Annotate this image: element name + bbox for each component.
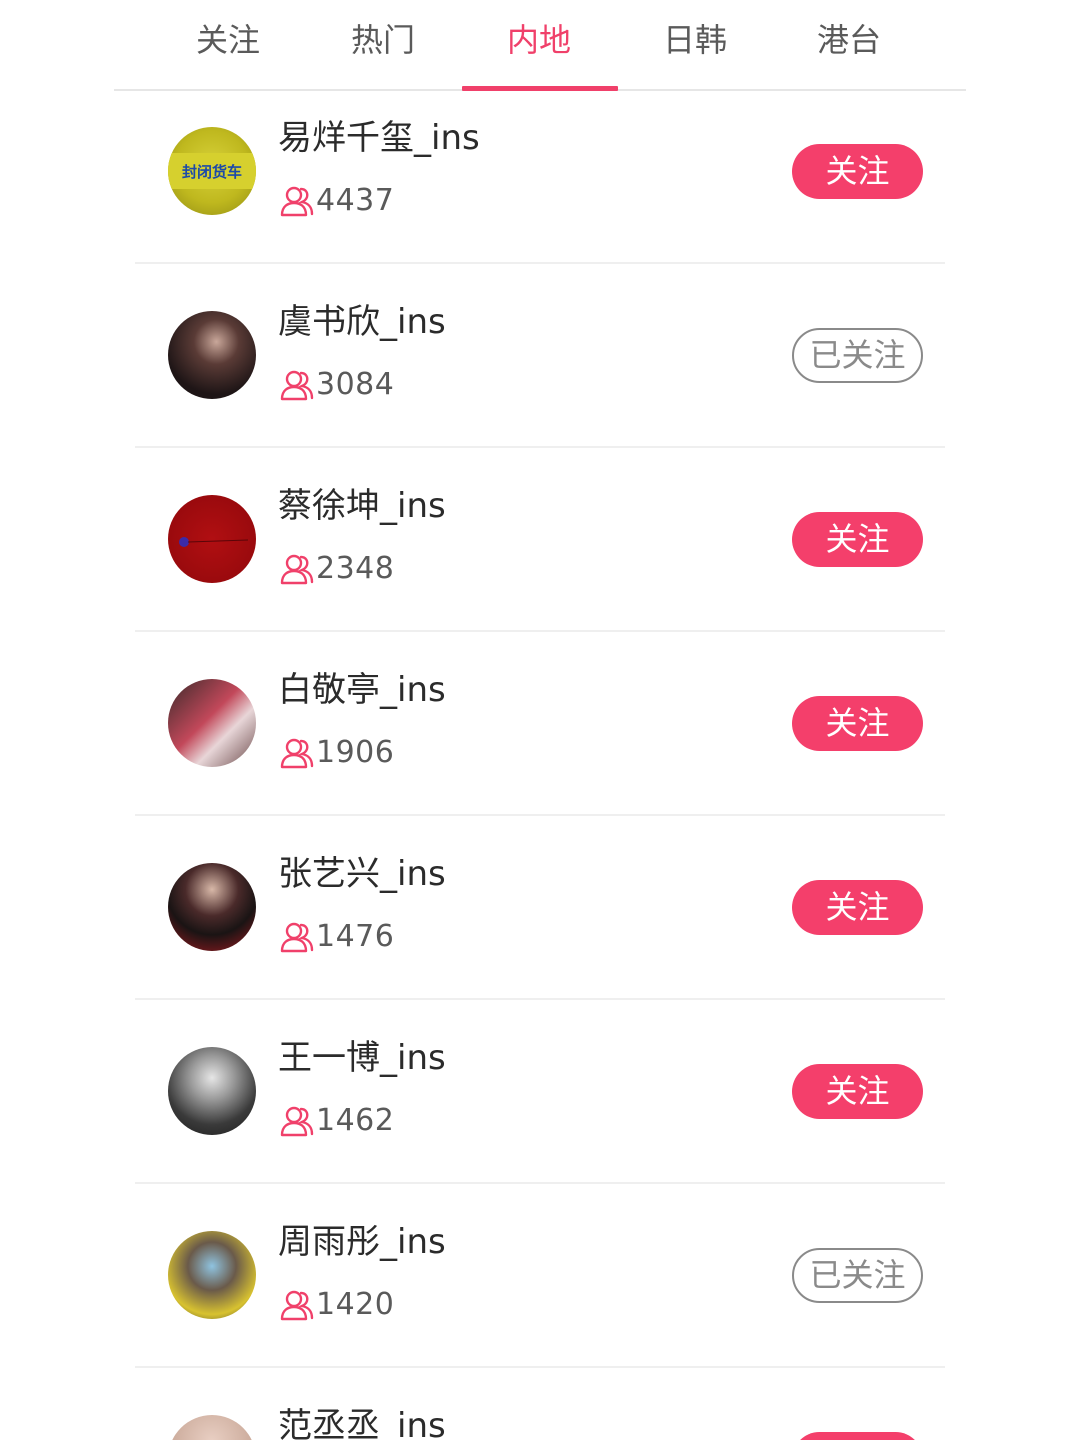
avatar[interactable] bbox=[168, 1415, 256, 1440]
follow-button[interactable]: 关注 bbox=[792, 880, 923, 935]
user-group-icon bbox=[280, 922, 314, 953]
list-item[interactable]: 张艺兴_ins 1476 关注 bbox=[0, 827, 1080, 1011]
follow-button[interactable]: 关注 bbox=[792, 512, 923, 567]
account-name[interactable]: 范丞丞_ins bbox=[278, 1404, 446, 1440]
tab-mainland[interactable]: 内地 bbox=[461, 18, 617, 62]
category-tab-bar: 关注 热门 内地 日韩 港台 bbox=[114, 0, 966, 91]
avatar[interactable] bbox=[168, 495, 256, 583]
follow-button[interactable]: 关注 bbox=[792, 1064, 923, 1119]
row-divider bbox=[135, 1366, 945, 1368]
avatar[interactable]: 封闭货车 bbox=[168, 127, 256, 215]
fans-count: 4437 bbox=[316, 183, 395, 218]
user-group-icon bbox=[280, 370, 314, 401]
account-name[interactable]: 易烊千玺_ins bbox=[278, 116, 480, 160]
row-divider bbox=[135, 998, 945, 1000]
list-item[interactable]: 周雨彤_ins 1420 已关注 bbox=[0, 1195, 1080, 1379]
fans-count: 2348 bbox=[316, 551, 395, 586]
follow-button[interactable]: 关注 bbox=[792, 144, 923, 199]
avatar[interactable] bbox=[168, 863, 256, 951]
row-divider bbox=[135, 1182, 945, 1184]
row-divider bbox=[135, 630, 945, 632]
avatar[interactable] bbox=[168, 1047, 256, 1135]
fans-count-group: 1462 bbox=[280, 1101, 394, 1141]
follow-button[interactable]: 关注 bbox=[792, 1432, 923, 1440]
user-group-icon bbox=[280, 1290, 314, 1321]
tab-japan-korea[interactable]: 日韩 bbox=[617, 18, 773, 62]
account-name[interactable]: 张艺兴_ins bbox=[278, 852, 446, 896]
list-item[interactable]: 虞书欣_ins 3084 已关注 bbox=[0, 275, 1080, 459]
tab-hk-taiwan[interactable]: 港台 bbox=[771, 18, 927, 62]
user-group-icon bbox=[280, 554, 314, 585]
fans-count-group: 1420 bbox=[280, 1285, 394, 1325]
fans-count: 1462 bbox=[316, 1103, 395, 1138]
list-item[interactable]: 封闭货车 易烊千玺_ins 4437 关注 bbox=[0, 91, 1080, 275]
tab-guanzhu[interactable]: 关注 bbox=[150, 18, 306, 62]
fans-count: 1906 bbox=[316, 735, 395, 770]
list-item[interactable]: 范丞丞_ins 关注 bbox=[0, 1379, 1080, 1440]
fans-count: 1476 bbox=[316, 919, 395, 954]
avatar[interactable] bbox=[168, 679, 256, 767]
follow-button[interactable]: 关注 bbox=[792, 696, 923, 751]
account-name[interactable]: 虞书欣_ins bbox=[278, 300, 446, 344]
user-group-icon bbox=[280, 738, 314, 769]
fans-count-group: 2348 bbox=[280, 549, 394, 589]
user-group-icon bbox=[280, 186, 314, 217]
fans-count-group: 1476 bbox=[280, 917, 394, 957]
list-item[interactable]: 蔡徐坤_ins 2348 关注 bbox=[0, 459, 1080, 643]
fans-count: 1420 bbox=[316, 1287, 395, 1322]
row-divider bbox=[135, 814, 945, 816]
account-name[interactable]: 周雨彤_ins bbox=[278, 1220, 446, 1264]
list-item[interactable]: 白敬亭_ins 1906 关注 bbox=[0, 643, 1080, 827]
row-divider bbox=[135, 262, 945, 264]
list-item[interactable]: 王一博_ins 1462 关注 bbox=[0, 1011, 1080, 1195]
followed-button[interactable]: 已关注 bbox=[792, 1248, 923, 1303]
user-group-icon bbox=[280, 1106, 314, 1137]
account-name[interactable]: 王一博_ins bbox=[278, 1036, 446, 1080]
row-divider bbox=[135, 446, 945, 448]
avatar-badge-text: 封闭货车 bbox=[182, 163, 242, 181]
avatar[interactable] bbox=[168, 311, 256, 399]
fans-count-group: 1906 bbox=[280, 733, 394, 773]
fans-count: 3084 bbox=[316, 367, 395, 402]
account-name[interactable]: 蔡徐坤_ins bbox=[278, 484, 446, 528]
fans-count-group: 3084 bbox=[280, 365, 394, 405]
fans-count-group: 4437 bbox=[280, 181, 394, 221]
tab-hot[interactable]: 热门 bbox=[305, 18, 461, 62]
account-name[interactable]: 白敬亭_ins bbox=[278, 668, 446, 712]
followed-button[interactable]: 已关注 bbox=[792, 328, 923, 383]
avatar[interactable] bbox=[168, 1231, 256, 1319]
